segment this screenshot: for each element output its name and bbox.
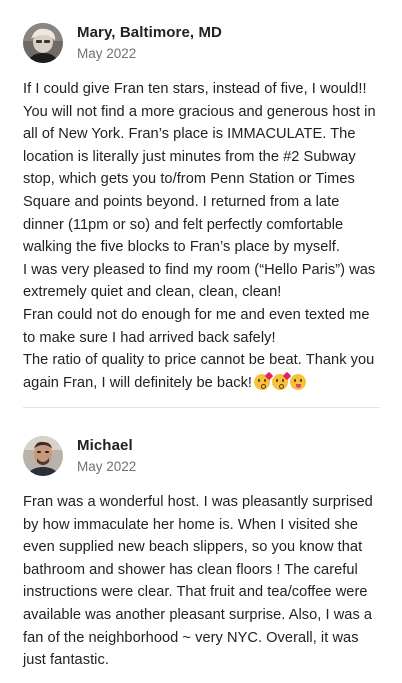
reviewer-avatar[interactable] [23,23,63,63]
review-text: Fran was a wonderful host. I was pleasan… [23,491,382,672]
review-paragraph: Fran was a wonderful host. I was pleasan… [23,494,373,669]
review-paragraph: The ratio of quality to price cannot be … [23,352,375,391]
reviewer-meta: Mary, Baltimore, MD May 2022 [77,23,222,63]
reviewer-name: Michael [77,437,133,454]
review-card: Mary, Baltimore, MD May 2022 If I could … [23,22,382,394]
review-date: May 2022 [77,46,137,61]
review-date: May 2022 [77,459,137,474]
reviewer-name: Mary, Baltimore, MD [77,24,222,41]
face-blowing-kiss-emoji [272,371,292,390]
reviewer-avatar[interactable] [23,436,63,476]
review-paragraph: Fran could not do enough for me and even… [23,306,370,346]
review-text: If I could give Fran ten stars, instead … [23,78,382,394]
review-divider [23,407,380,408]
review-paragraph: I was very pleased to find my room (“Hel… [23,261,376,301]
face-with-tongue-emoji [290,373,307,390]
avatar-photo [23,436,63,476]
avatar-photo [23,23,63,63]
review-header: Mary, Baltimore, MD May 2022 [23,22,382,64]
reviewer-meta: Michael May 2022 [77,436,136,476]
review-header: Michael May 2022 [23,435,382,477]
review-paragraph: If I could give Fran ten stars, instead … [23,81,376,256]
review-paragraph-last: The ratio of quality to price cannot be … [23,349,382,394]
review-card: Michael May 2022 Fran was a wonderful ho… [23,435,382,672]
face-blowing-kiss-emoji [254,371,274,390]
